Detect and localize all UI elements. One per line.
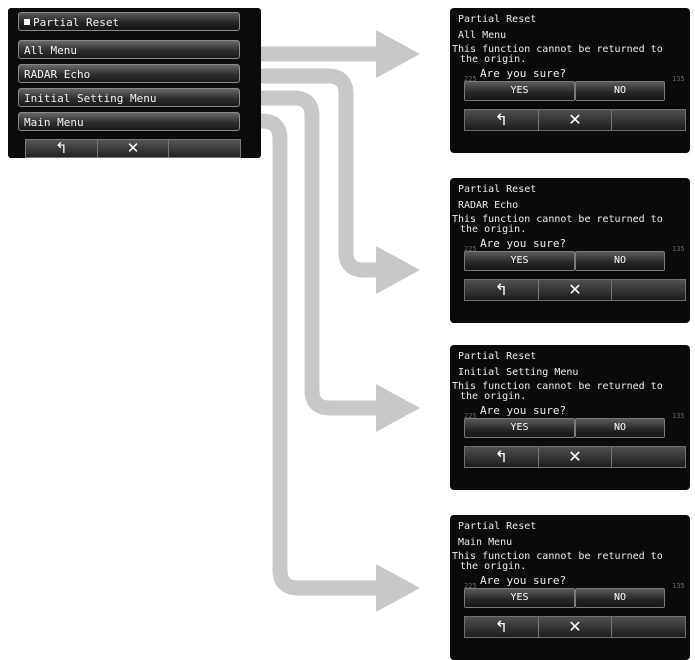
dialog-bg-number-right: 135	[672, 412, 685, 420]
dialog-bg-number-right: 135	[672, 245, 685, 253]
dialog-footer: ↰ ✕	[464, 109, 686, 131]
dialog-warning-line2: the origin.	[460, 54, 527, 65]
dialog-question: Are you sure?	[480, 237, 567, 250]
menu-item-initial-setting-menu[interactable]: Initial Setting Menu	[18, 88, 240, 107]
dialog-question: Are you sure?	[480, 67, 567, 80]
dialog-target: All Menu	[458, 30, 507, 41]
dialog-target: RADAR Echo	[458, 200, 519, 211]
no-button[interactable]: NO	[575, 588, 665, 608]
menu-title-bar: Partial Reset	[18, 12, 240, 31]
menu-footer-empty-cell	[169, 140, 240, 157]
back-arrow-icon[interactable]: ↰	[465, 280, 539, 300]
dialog-warning: This function cannot be returned to the o…	[452, 552, 663, 572]
dialog-target: Main Menu	[458, 537, 513, 548]
dialog-footer-empty-cell	[612, 617, 685, 637]
dialog-warning-line2: the origin.	[460, 224, 527, 235]
dialog-question: Are you sure?	[480, 404, 567, 417]
dialog-footer-empty-cell	[612, 447, 685, 467]
no-button[interactable]: NO	[575, 81, 665, 101]
yes-button[interactable]: YES	[464, 251, 575, 271]
dialog-warning: This function cannot be returned to the o…	[452, 45, 663, 65]
dialog-warning-line2: the origin.	[460, 561, 527, 572]
dialog-footer: ↰ ✕	[464, 446, 686, 468]
confirm-dialog-main-menu: Partial Reset Main Menu This function ca…	[450, 515, 690, 660]
menu-footer: ↰ ✕	[25, 139, 241, 158]
dialog-warning: This function cannot be returned to the o…	[452, 382, 663, 402]
partial-reset-menu-screen: Partial Reset All Menu RADAR Echo Initia…	[8, 8, 261, 158]
menu-flag-icon	[24, 19, 30, 25]
confirm-dialog-radar-echo: Partial Reset RADAR Echo This function c…	[450, 178, 690, 323]
dialog-title: Partial Reset	[458, 14, 537, 25]
confirm-dialog-initial-setting-menu: Partial Reset Initial Setting Menu This …	[450, 345, 690, 490]
yes-button[interactable]: YES	[464, 588, 575, 608]
dialog-footer-empty-cell	[612, 280, 685, 300]
close-icon[interactable]: ✕	[539, 447, 613, 467]
dialog-footer: ↰ ✕	[464, 616, 686, 638]
yes-button[interactable]: YES	[464, 81, 575, 101]
dialog-target: Initial Setting Menu	[458, 367, 579, 378]
dialog-warning: This function cannot be returned to the o…	[452, 215, 663, 235]
dialog-warning-line2: the origin.	[460, 391, 527, 402]
close-icon[interactable]: ✕	[539, 280, 613, 300]
no-button[interactable]: NO	[575, 418, 665, 438]
dialog-footer: ↰ ✕	[464, 279, 686, 301]
arrowhead-initial-setting	[376, 384, 420, 432]
close-icon[interactable]: ✕	[539, 617, 613, 637]
yes-button[interactable]: YES	[464, 418, 575, 438]
arrowhead-all-menu	[376, 30, 420, 78]
menu-title: Partial Reset	[33, 16, 120, 29]
dialog-title: Partial Reset	[458, 351, 537, 362]
back-arrow-icon[interactable]: ↰	[465, 617, 539, 637]
arrowhead-radar-echo	[376, 246, 420, 294]
close-icon[interactable]: ✕	[98, 140, 170, 157]
dialog-question: Are you sure?	[480, 574, 567, 587]
dialog-bg-number-right: 135	[672, 75, 685, 83]
back-arrow-icon[interactable]: ↰	[465, 447, 539, 467]
confirm-dialog-all-menu: Partial Reset All Menu This function can…	[450, 8, 690, 153]
menu-item-all-menu[interactable]: All Menu	[18, 40, 240, 59]
menu-item-main-menu[interactable]: Main Menu	[18, 112, 240, 131]
back-arrow-icon[interactable]: ↰	[465, 110, 539, 130]
menu-item-radar-echo[interactable]: RADAR Echo	[18, 64, 240, 83]
arrow-initial-setting	[242, 90, 378, 416]
arrowhead-main-menu	[376, 564, 420, 612]
close-icon[interactable]: ✕	[539, 110, 613, 130]
dialog-bg-number-right: 135	[672, 582, 685, 590]
no-button[interactable]: NO	[575, 251, 665, 271]
back-arrow-icon[interactable]: ↰	[26, 140, 98, 157]
dialog-footer-empty-cell	[612, 110, 685, 130]
dialog-title: Partial Reset	[458, 521, 537, 532]
dialog-title: Partial Reset	[458, 184, 537, 195]
